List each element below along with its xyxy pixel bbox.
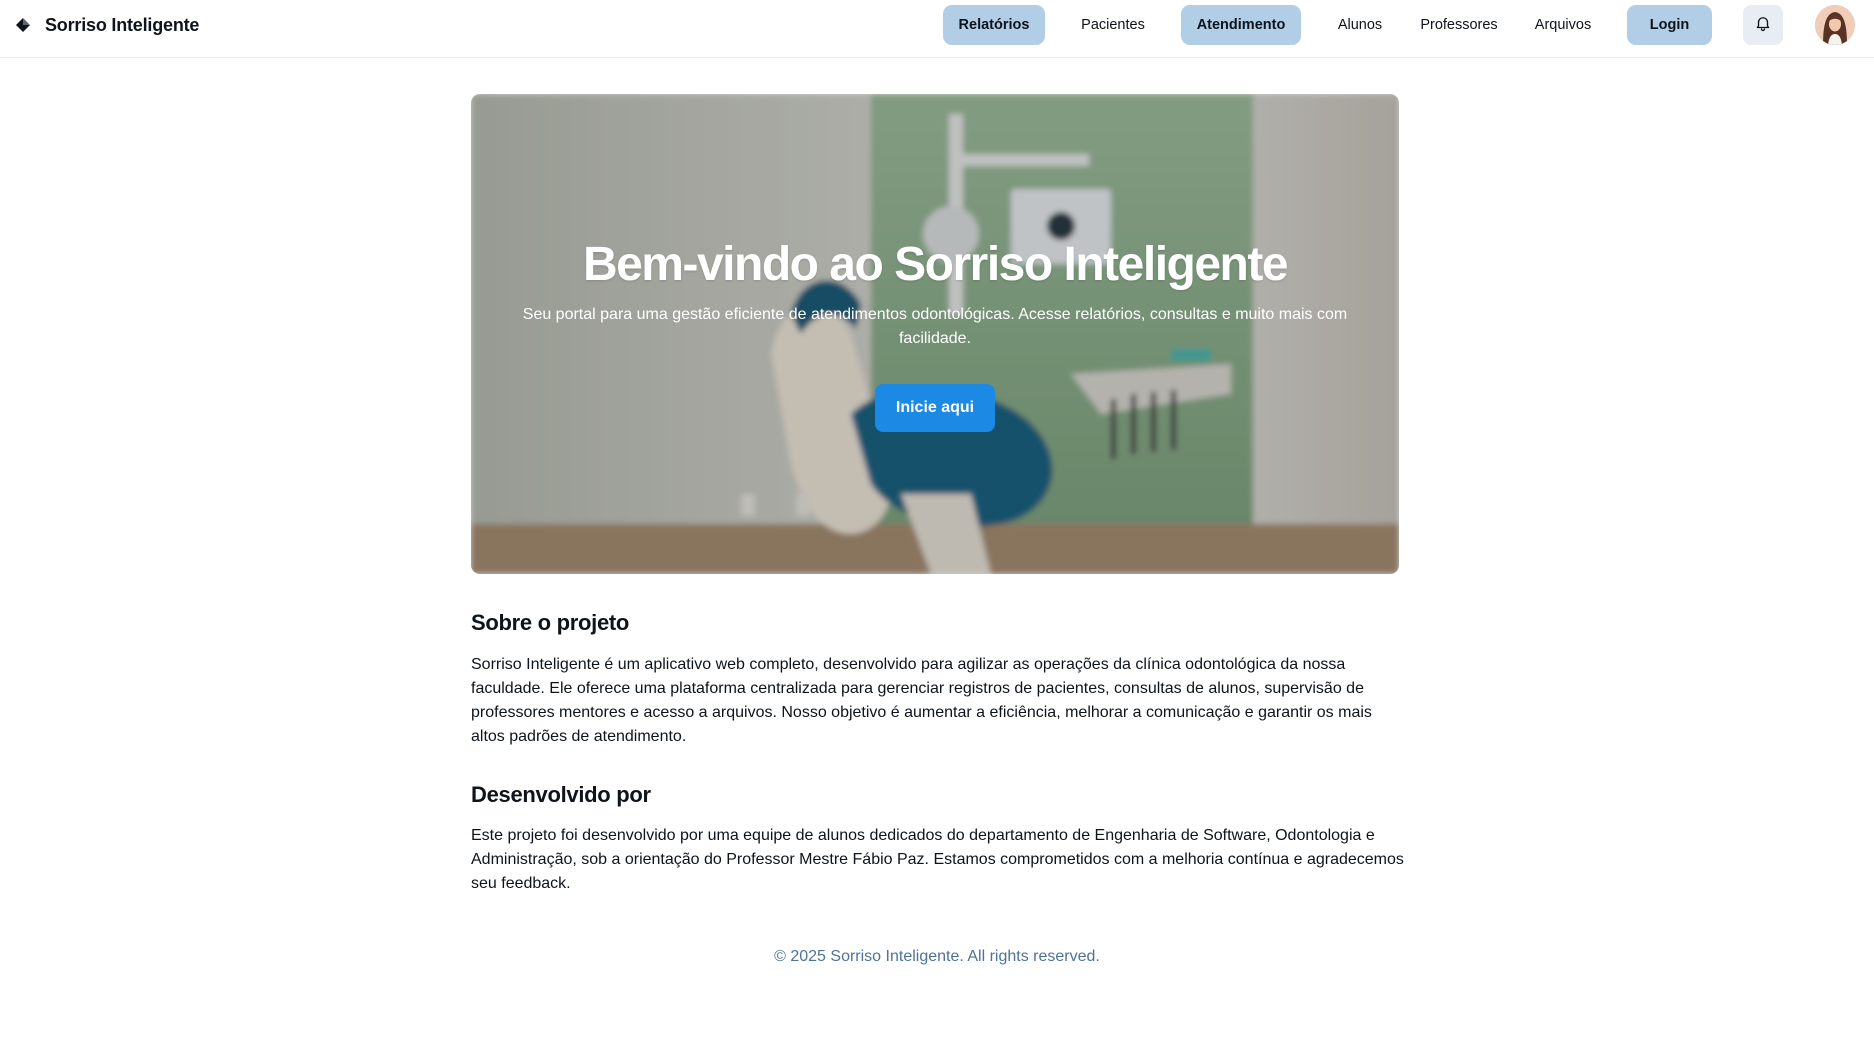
nav-pacientes[interactable]: Pacientes xyxy=(1070,5,1156,45)
top-navbar: Sorriso Inteligente Relatórios Pacientes… xyxy=(0,0,1874,58)
bell-icon xyxy=(1754,14,1772,37)
about-text: Sorriso Inteligente é um aplicativo web … xyxy=(471,656,1372,745)
main-nav: Relatórios Pacientes Atendimento Alunos … xyxy=(0,5,1874,45)
footer-copyright: © 2025 Sorriso Inteligente. All rights r… xyxy=(774,948,1100,965)
hero-subtitle: Seu portal para uma gestão eficiente de … xyxy=(522,306,1348,347)
nav-relatorios[interactable]: Relatórios xyxy=(943,5,1045,45)
nav-professores[interactable]: Professores xyxy=(1411,5,1507,45)
developed-title: Desenvolvido por xyxy=(471,782,651,807)
start-button[interactable]: Inicie aqui xyxy=(875,384,995,432)
login-button[interactable]: Login xyxy=(1627,5,1712,45)
hero-banner: Bem-vindo ao Sorriso Inteligente Seu por… xyxy=(471,94,1399,574)
notifications-button[interactable] xyxy=(1743,5,1783,45)
developed-text: Este projeto foi desenvolvido por uma eq… xyxy=(471,827,1404,892)
hero-title: Bem-vindo ao Sorriso Inteligente xyxy=(582,238,1289,291)
nav-atendimento[interactable]: Atendimento xyxy=(1181,5,1301,45)
hero-content: Bem-vindo ao Sorriso Inteligente Seu por… xyxy=(471,94,1399,574)
nav-arquivos[interactable]: Arquivos xyxy=(1524,5,1602,45)
about-title: Sobre o projeto xyxy=(471,610,630,635)
nav-alunos[interactable]: Alunos xyxy=(1326,5,1394,45)
user-avatar[interactable] xyxy=(1815,5,1855,45)
